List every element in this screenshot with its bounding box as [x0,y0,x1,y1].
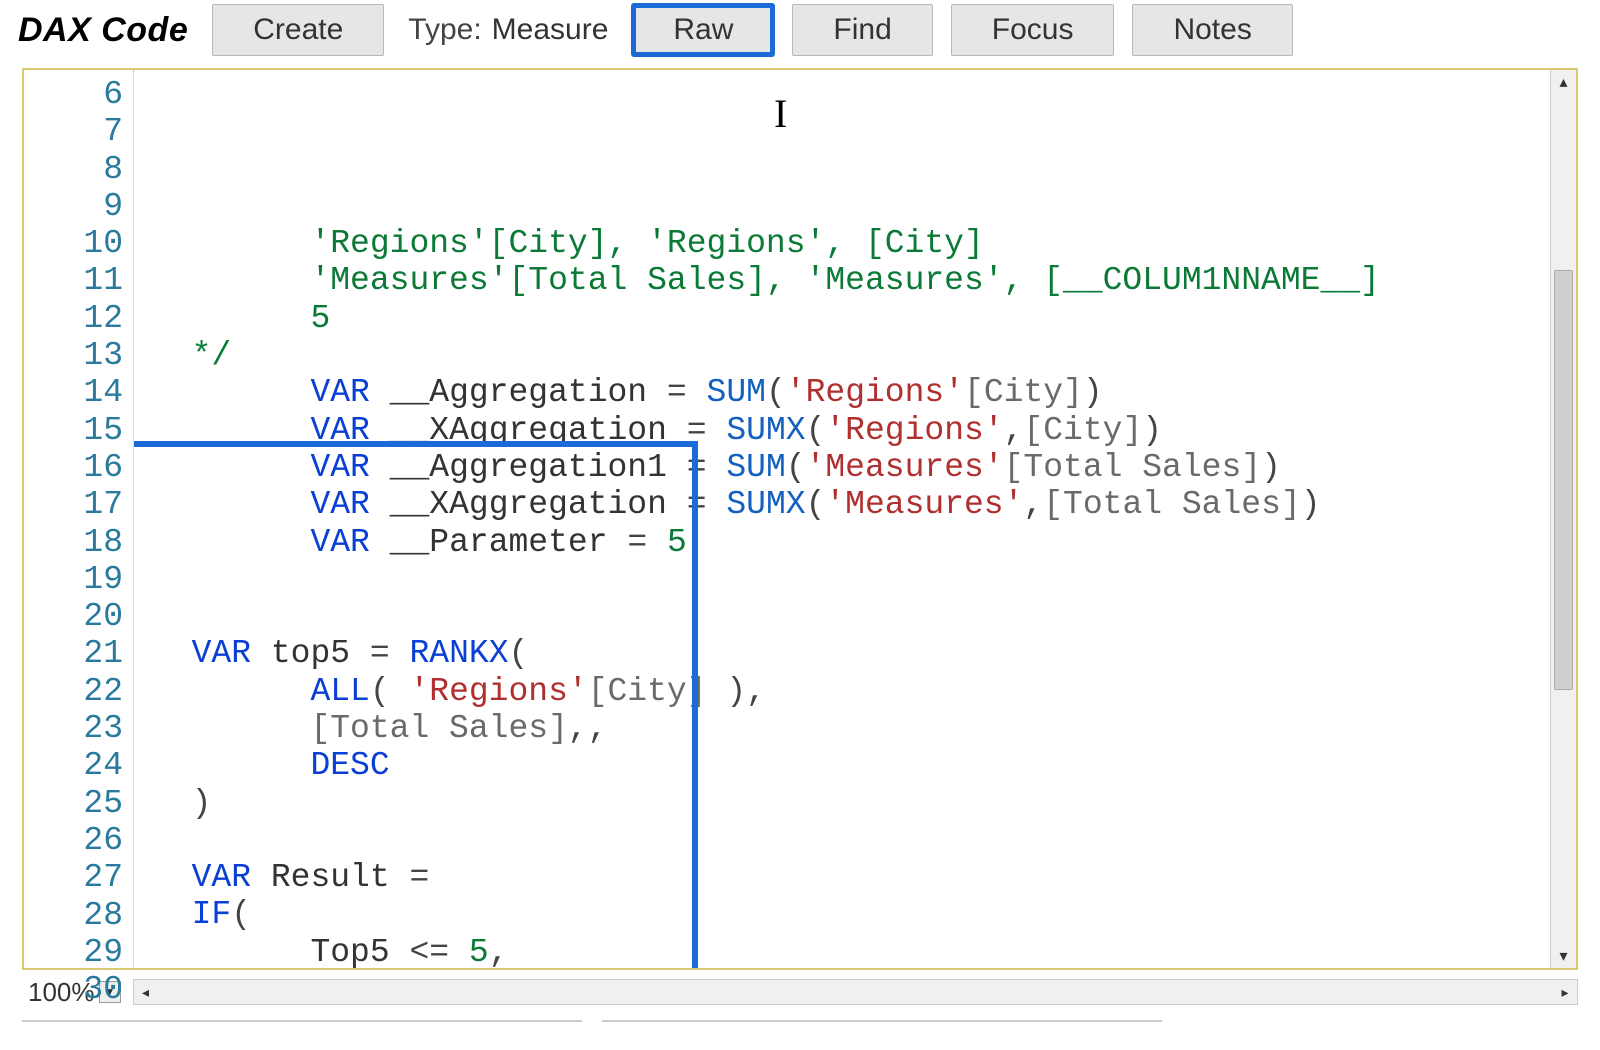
code-line[interactable] [152,561,1550,598]
line-number: 6 [24,76,123,113]
type-group: Type: Measure [402,13,614,47]
line-number: 20 [24,598,123,635]
code-line[interactable]: ) [152,785,1550,822]
code-line[interactable]: [Total Sales],, [152,710,1550,747]
line-number: 14 [24,374,123,411]
code-line[interactable]: */ [152,337,1550,374]
create-button[interactable]: Create [212,4,384,56]
line-number: 17 [24,486,123,523]
code-line[interactable]: IF( [152,896,1550,933]
line-number: 26 [24,822,123,859]
line-gutter: 6789101112131415161718192021222324252627… [24,70,134,968]
code-line[interactable]: VAR __XAggregation = SUMX('Regions',[Cit… [152,412,1550,449]
app-root: DAX Code Create Type: Measure Raw Find F… [0,0,1600,1050]
notes-button[interactable]: Notes [1132,4,1292,56]
line-number: 21 [24,635,123,672]
line-number: 23 [24,710,123,747]
code-line[interactable]: 5 [152,300,1550,337]
line-number: 19 [24,561,123,598]
vertical-scrollbar[interactable]: ▴ ▾ [1550,70,1576,968]
line-number: 9 [24,188,123,225]
text-caret-icon: I [774,91,787,136]
code-line[interactable]: VAR __Aggregation1 = SUM('Measures'[Tota… [152,449,1550,486]
app-title: DAX Code [18,11,188,50]
line-number: 22 [24,673,123,710]
scroll-right-icon[interactable]: ▸ [1553,980,1577,1004]
code-line[interactable]: VAR __XAggregation = SUMX('Measures',[To… [152,486,1550,523]
scroll-down-icon[interactable]: ▾ [1551,944,1576,968]
tab-placeholder[interactable] [22,1020,582,1028]
line-number: 7 [24,113,123,150]
code-line[interactable]: 'Measures'[Total Sales], 'Measures', [__… [152,262,1550,299]
code-line[interactable]: ALL( 'Regions'[City] ), [152,673,1550,710]
code-line[interactable] [152,822,1550,859]
line-number: 18 [24,524,123,561]
line-number: 16 [24,449,123,486]
type-value: Measure [492,13,609,47]
code-line[interactable] [152,598,1550,635]
code-editor[interactable]: 6789101112131415161718192021222324252627… [22,68,1578,970]
line-number: 24 [24,747,123,784]
line-number: 28 [24,897,123,934]
tab-strip [22,1020,1578,1050]
code-line[interactable]: VAR __Aggregation = SUM('Regions'[City]) [152,374,1550,411]
code-line[interactable]: 'Regions'[City], 'Regions', [City] [152,225,1550,262]
scroll-thumb[interactable] [1554,270,1573,690]
line-number: 10 [24,225,123,262]
code-line[interactable]: VAR __Parameter = 5 [152,524,1550,561]
toolbar: DAX Code Create Type: Measure Raw Find F… [0,0,1600,68]
line-number: 11 [24,262,123,299]
type-label: Type: [408,13,481,47]
code-area[interactable]: I 'Regions'[City], 'Regions', [City] 'Me… [134,70,1550,968]
line-number: 12 [24,300,123,337]
tab-placeholder[interactable] [602,1020,1162,1028]
line-number: 13 [24,337,123,374]
scroll-left-icon[interactable]: ◂ [134,980,158,1004]
code-line[interactable]: VAR top5 = RANKX( [152,635,1550,672]
line-number: 30 [24,971,123,1008]
line-number: 25 [24,785,123,822]
code-line[interactable]: DESC [152,747,1550,784]
line-number: 29 [24,934,123,971]
code-line[interactable]: Top5 <= 5, [152,934,1550,968]
raw-button[interactable]: Raw [632,4,774,56]
line-number: 15 [24,412,123,449]
find-button[interactable]: Find [792,4,932,56]
focus-button[interactable]: Focus [951,4,1115,56]
line-number: 27 [24,859,123,896]
code-line[interactable]: VAR Result = [152,859,1550,896]
horizontal-scrollbar[interactable]: ◂ ▸ [133,979,1579,1005]
line-number: 8 [24,151,123,188]
scroll-up-icon[interactable]: ▴ [1551,70,1576,94]
bottom-bar: 100% ▼ ◂ ▸ [22,972,1578,1012]
